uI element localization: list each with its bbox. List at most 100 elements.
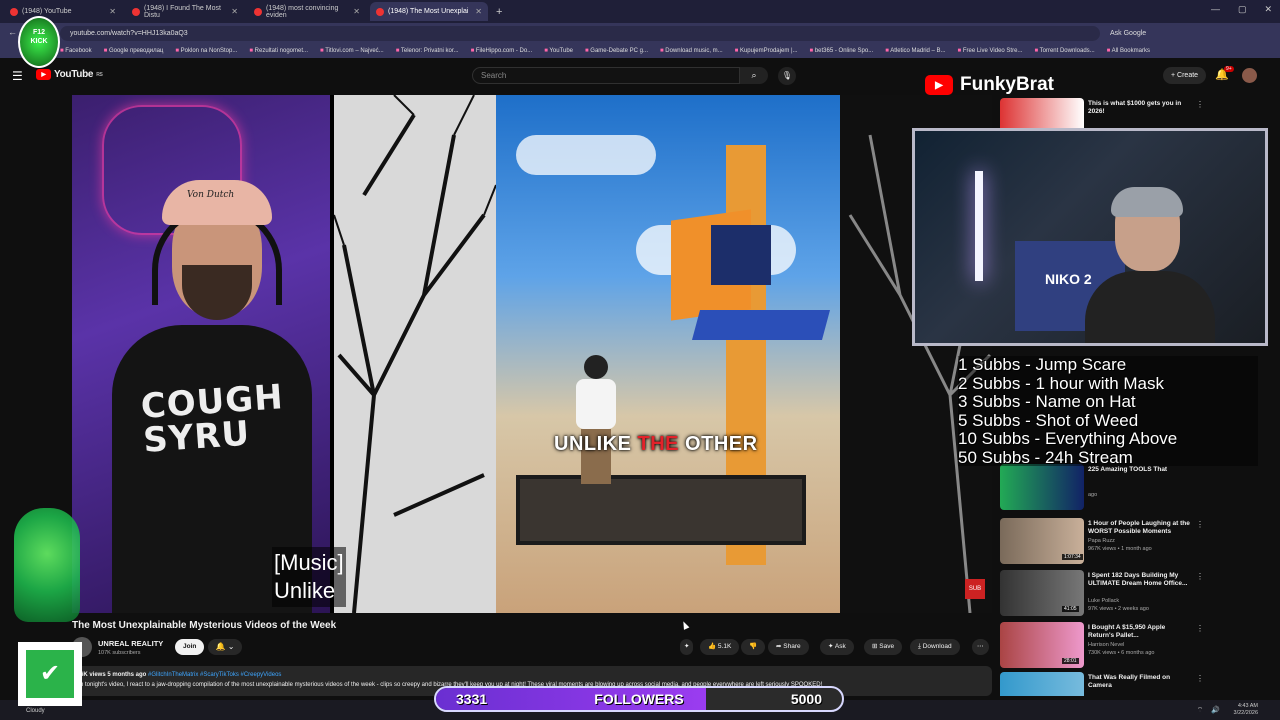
close-window-icon[interactable]: ✕	[1264, 4, 1272, 15]
browser-tab-active[interactable]: (1948) The Most Unexplai ✕	[370, 2, 488, 21]
rec-duration: 41:05	[1062, 606, 1079, 612]
rec-channel[interactable]: Luke Pollack	[1088, 598, 1119, 604]
tree-branches-left	[334, 95, 496, 613]
caption-word: OTHER	[679, 433, 758, 455]
video-scene	[496, 95, 840, 613]
window-controls: — ▢ ✕	[1211, 4, 1272, 15]
more-options-icon[interactable]: ⋮	[1196, 624, 1204, 633]
more-options-icon[interactable]: ⋮	[1196, 520, 1204, 529]
subscribe-watermark-icon[interactable]: SUB	[965, 579, 985, 599]
bookmark-item[interactable]: FileHippo.com - Do...	[471, 48, 532, 54]
search-input[interactable]: Search	[472, 67, 740, 84]
caption-word: UNLIKE	[554, 433, 638, 455]
back-icon[interactable]: ←	[8, 27, 17, 38]
more-options-icon[interactable]: ⋮	[1196, 572, 1204, 581]
notification-bell-button[interactable]: 🔔 ⌄	[208, 639, 242, 655]
reactor-webcam-frame: COUGH SYRU	[72, 95, 330, 613]
rec-item[interactable]: That Was Really Filmed on Camera ⋮	[1000, 672, 1208, 696]
browser-tab[interactable]: (1948) I Found The Most Distu ✕	[126, 2, 244, 21]
youtube-favicon-icon	[376, 7, 384, 16]
rec-channel[interactable]: Papa Ruzz	[1088, 538, 1115, 544]
like-button[interactable]: 👍 5.1K	[700, 639, 740, 655]
view-stats: 6K views 5 months ago	[80, 672, 147, 678]
search-icon[interactable]: ⌕	[740, 67, 768, 84]
rec-thumbnail[interactable]	[1000, 672, 1084, 696]
caption-word-highlight: THE	[637, 433, 679, 455]
streamer-name: FunkyBrat	[960, 74, 1054, 95]
rec-thumbnail[interactable]	[1000, 464, 1084, 510]
bookmark-item[interactable]: Rezultati nogomet...	[249, 48, 308, 54]
more-actions-button[interactable]: ⋯	[972, 639, 989, 655]
subtitle-line: [Music]	[274, 550, 344, 575]
boy-figure	[576, 355, 616, 485]
more-options-icon[interactable]: ⋮	[1196, 674, 1204, 683]
rec-item[interactable]: 28:01 I Bought A $15,950 Apple Return's …	[1000, 622, 1208, 670]
video-player[interactable]: COUGHSYRU UNLIKE THE OTHER [Music] Unlik…	[72, 95, 992, 613]
rec-title[interactable]: I Spent 182 Days Building My ULTIMATE Dr…	[1088, 572, 1192, 588]
join-button[interactable]: Join	[175, 639, 205, 655]
close-icon[interactable]: ✕	[475, 7, 482, 16]
all-bookmarks-button[interactable]: All Bookmarks	[1107, 48, 1150, 54]
rec-title[interactable]: 1 Hour of People Laughing at the WORST P…	[1088, 520, 1192, 536]
channel-subscribers: 107K subscribers	[98, 650, 141, 656]
account-avatar[interactable]	[1242, 68, 1257, 83]
ask-google-button[interactable]: Ask Google	[1110, 30, 1146, 37]
close-icon[interactable]: ✕	[353, 7, 360, 16]
bookmark-item[interactable]: Free Live Video Stre...	[958, 48, 1023, 54]
chevron-down-icon: ⌄	[227, 642, 235, 651]
bookmark-item[interactable]: Telenor: Privatni kor...	[396, 48, 459, 54]
download-button[interactable]: ⤓ Download	[910, 639, 960, 655]
create-button[interactable]: + Create	[1163, 67, 1207, 84]
hashtags[interactable]: #GlitchInTheMatrix #ScaryTikToks #Creepy…	[148, 672, 281, 678]
bookmark-item[interactable]: Facebook	[60, 48, 91, 54]
minimize-icon[interactable]: —	[1211, 4, 1220, 15]
weather-status[interactable]: Cloudy	[26, 708, 45, 714]
sparkle-button[interactable]: ✦	[680, 639, 694, 655]
youtube-favicon-icon	[10, 7, 18, 16]
bookmark-item[interactable]: YouTube	[544, 48, 573, 54]
verified-check-badge: ✔	[18, 642, 82, 706]
rec-title[interactable]: This is what $1000 gets you in 2026!	[1088, 100, 1192, 116]
bookmark-item[interactable]: Torrent Downloads...	[1034, 48, 1095, 54]
bookmark-item[interactable]: Game-Debate PC g...	[585, 48, 648, 54]
hamburger-menu-icon[interactable]: ☰	[12, 69, 23, 83]
share-button[interactable]: ➦ Share	[768, 639, 809, 655]
close-icon[interactable]: ✕	[109, 7, 116, 16]
save-button[interactable]: ⊞ Save	[864, 639, 903, 655]
url-field[interactable]: youtube.com/watch?v=HHJ13ka0aQ3	[60, 25, 1100, 41]
bookmark-item[interactable]: Google преводилац	[104, 48, 163, 54]
channel-name[interactable]: UNREAL REALITY	[98, 639, 163, 648]
rec-item[interactable]: 1:07:34 1 Hour of People Laughing at the…	[1000, 518, 1208, 566]
bookmark-item[interactable]: bet365 - Online Spo...	[810, 48, 873, 54]
wifi-icon[interactable]: ⌔	[1197, 706, 1204, 715]
like-count: 5.1K	[717, 643, 732, 650]
bookmark-icon: ⊞	[872, 643, 878, 650]
address-bar: ← ↻ youtube.com/watch?v=HHJ13ka0aQ3 Ask …	[0, 23, 1280, 43]
browser-tab[interactable]: (1948) YouTube ✕	[4, 2, 122, 21]
sub-goal-item: 5 Subbs - Shot of Weed	[958, 410, 1139, 430]
youtube-logo[interactable]: ▶ YouTube RS	[36, 69, 103, 80]
browser-tab[interactable]: (1948) most convincing eviden ✕	[248, 2, 366, 21]
bookmark-item[interactable]: Poklon na NonStop...	[175, 48, 238, 54]
dislike-button[interactable]: 👎	[741, 639, 766, 655]
rec-title[interactable]: I Bought A $15,950 Apple Return's Pallet…	[1088, 624, 1192, 640]
rec-duration: 1:07:34	[1062, 554, 1083, 560]
rec-item[interactable]: 41:05 I Spent 182 Days Building My ULTIM…	[1000, 570, 1208, 618]
rec-channel[interactable]: Harrison Nevel	[1088, 642, 1124, 648]
maximize-icon[interactable]: ▢	[1238, 4, 1247, 15]
new-tab-button[interactable]: +	[496, 6, 502, 18]
bookmark-item[interactable]: KupujemProdajem |...	[735, 48, 798, 54]
rec-meta: 967K views • 1 month ago	[1088, 546, 1152, 552]
bookmark-item[interactable]: Titlovi.com – Najveć...	[320, 48, 383, 54]
bookmark-item[interactable]: Atletico Madrid – B...	[885, 48, 945, 54]
ask-button[interactable]: ✦ Ask	[820, 639, 854, 655]
bookmark-item[interactable]: Download music, m...	[660, 48, 722, 54]
rec-item[interactable]: 225 Amazing TOOLS That ago	[1000, 464, 1208, 512]
rec-title[interactable]: That Was Really Filmed on Camera	[1088, 674, 1192, 690]
volume-icon[interactable]: 🔊	[1211, 706, 1220, 715]
more-options-icon[interactable]: ⋮	[1196, 100, 1204, 109]
close-icon[interactable]: ✕	[231, 7, 238, 16]
microphone-icon[interactable]: 🎙	[778, 67, 796, 85]
cloud	[516, 135, 656, 175]
clock[interactable]: 4:43 AM 3/22/2026	[1234, 703, 1258, 717]
